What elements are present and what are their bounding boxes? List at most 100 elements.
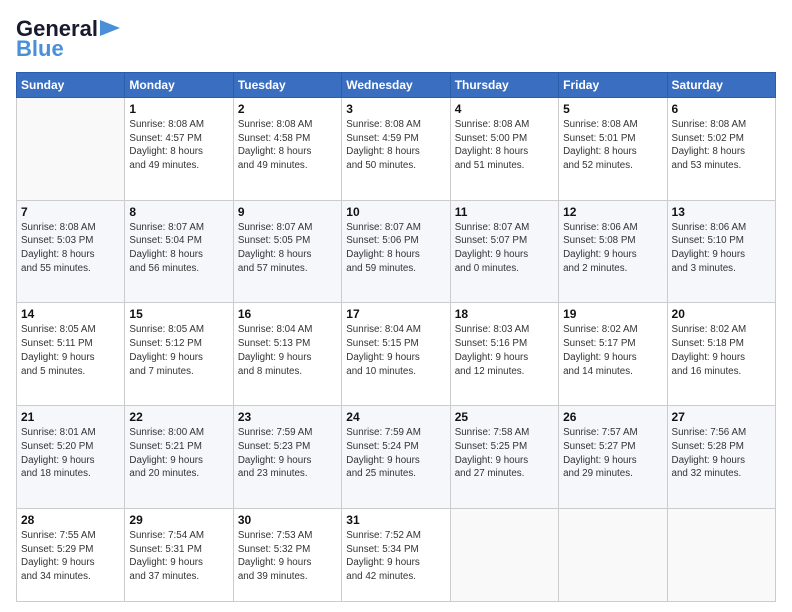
day-info: Sunrise: 8:07 AM Sunset: 5:05 PM Dayligh… — [238, 222, 313, 274]
calendar-cell: 3 Sunrise: 8:08 AM Sunset: 4:59 PM Daylig… — [342, 98, 450, 201]
calendar-cell: 25 Sunrise: 7:58 AM Sunset: 5:25 PM Dayli… — [450, 406, 558, 509]
day-info: Sunrise: 8:01 AM Sunset: 5:20 PM Dayligh… — [21, 427, 96, 479]
calendar-cell: 21Sunrise: 8:01 AM Sunset: 5:20 PM Dayli… — [17, 406, 125, 509]
day-number: 14 — [21, 307, 120, 321]
day-info: Sunrise: 8:02 AM Sunset: 5:18 PM Dayligh… — [672, 324, 747, 376]
weekday-header-thursday: Thursday — [450, 73, 558, 98]
day-number: 27 — [672, 410, 771, 424]
day-info: Sunrise: 8:00 AM Sunset: 5:21 PM Dayligh… — [129, 427, 204, 479]
day-info: Sunrise: 8:08 AM Sunset: 5:03 PM Dayligh… — [21, 222, 96, 274]
calendar-cell: 29 Sunrise: 7:54 AM Sunset: 5:31 PM Dayli… — [125, 508, 233, 601]
day-number: 15 — [129, 307, 228, 321]
calendar-cell: 13 Sunrise: 8:06 AM Sunset: 5:10 PM Dayli… — [667, 200, 775, 303]
calendar-cell: 27 Sunrise: 7:56 AM Sunset: 5:28 PM Dayli… — [667, 406, 775, 509]
calendar-cell: 14Sunrise: 8:05 AM Sunset: 5:11 PM Dayli… — [17, 303, 125, 406]
day-number: 18 — [455, 307, 554, 321]
calendar-cell: 5Sunrise: 8:08 AM Sunset: 5:01 PM Daylig… — [559, 98, 667, 201]
day-info: Sunrise: 7:52 AM Sunset: 5:34 PM Dayligh… — [346, 530, 421, 582]
day-number: 16 — [238, 307, 337, 321]
calendar-cell: 4 Sunrise: 8:08 AM Sunset: 5:00 PM Daylig… — [450, 98, 558, 201]
calendar-cell — [559, 508, 667, 601]
day-number: 1 — [129, 102, 228, 116]
calendar-week-row: 21Sunrise: 8:01 AM Sunset: 5:20 PM Dayli… — [17, 406, 776, 509]
calendar-cell: 15 Sunrise: 8:05 AM Sunset: 5:12 PM Dayli… — [125, 303, 233, 406]
calendar-cell: 7 Sunrise: 8:08 AM Sunset: 5:03 PM Daylig… — [17, 200, 125, 303]
day-info: Sunrise: 8:08 AM Sunset: 4:59 PM Dayligh… — [346, 119, 421, 171]
day-info: Sunrise: 8:06 AM Sunset: 5:10 PM Dayligh… — [672, 222, 747, 274]
day-number: 20 — [672, 307, 771, 321]
day-number: 25 — [455, 410, 554, 424]
day-info: Sunrise: 8:08 AM Sunset: 5:00 PM Dayligh… — [455, 119, 530, 171]
day-info: Sunrise: 7:59 AM Sunset: 5:24 PM Dayligh… — [346, 427, 421, 479]
calendar-cell: 31 Sunrise: 7:52 AM Sunset: 5:34 PM Dayli… — [342, 508, 450, 601]
weekday-header-friday: Friday — [559, 73, 667, 98]
calendar-week-row: 7 Sunrise: 8:08 AM Sunset: 5:03 PM Daylig… — [17, 200, 776, 303]
calendar-cell: 16 Sunrise: 8:04 AM Sunset: 5:13 PM Dayli… — [233, 303, 341, 406]
calendar-cell: 11 Sunrise: 8:07 AM Sunset: 5:07 PM Dayli… — [450, 200, 558, 303]
calendar-cell: 28 Sunrise: 7:55 AM Sunset: 5:29 PM Dayli… — [17, 508, 125, 601]
day-info: Sunrise: 7:55 AM Sunset: 5:29 PM Dayligh… — [21, 530, 96, 582]
weekday-header-sunday: Sunday — [17, 73, 125, 98]
calendar-cell: 22 Sunrise: 8:00 AM Sunset: 5:21 PM Dayli… — [125, 406, 233, 509]
calendar-cell: 17 Sunrise: 8:04 AM Sunset: 5:15 PM Dayli… — [342, 303, 450, 406]
day-number: 7 — [21, 205, 120, 219]
day-number: 8 — [129, 205, 228, 219]
day-number: 4 — [455, 102, 554, 116]
day-number: 10 — [346, 205, 445, 219]
calendar-cell: 19Sunrise: 8:02 AM Sunset: 5:17 PM Dayli… — [559, 303, 667, 406]
weekday-header-saturday: Saturday — [667, 73, 775, 98]
day-number: 30 — [238, 513, 337, 527]
calendar-week-row: 14Sunrise: 8:05 AM Sunset: 5:11 PM Dayli… — [17, 303, 776, 406]
day-number: 6 — [672, 102, 771, 116]
calendar-cell: 9 Sunrise: 8:07 AM Sunset: 5:05 PM Daylig… — [233, 200, 341, 303]
day-number: 11 — [455, 205, 554, 219]
calendar-cell: 2 Sunrise: 8:08 AM Sunset: 4:58 PM Daylig… — [233, 98, 341, 201]
calendar-cell: 23Sunrise: 7:59 AM Sunset: 5:23 PM Dayli… — [233, 406, 341, 509]
day-info: Sunrise: 8:07 AM Sunset: 5:06 PM Dayligh… — [346, 222, 421, 274]
day-info: Sunrise: 8:05 AM Sunset: 5:12 PM Dayligh… — [129, 324, 204, 376]
calendar-cell: 12Sunrise: 8:06 AM Sunset: 5:08 PM Dayli… — [559, 200, 667, 303]
day-number: 28 — [21, 513, 120, 527]
day-info: Sunrise: 8:03 AM Sunset: 5:16 PM Dayligh… — [455, 324, 530, 376]
weekday-header-monday: Monday — [125, 73, 233, 98]
day-info: Sunrise: 8:07 AM Sunset: 5:07 PM Dayligh… — [455, 222, 530, 274]
logo-blue: Blue — [16, 36, 64, 62]
calendar-table: SundayMondayTuesdayWednesdayThursdayFrid… — [16, 72, 776, 602]
calendar-cell: 24 Sunrise: 7:59 AM Sunset: 5:24 PM Dayli… — [342, 406, 450, 509]
page: General Blue SundayMondayTuesdayWednesda… — [0, 0, 792, 612]
calendar-cell: 8Sunrise: 8:07 AM Sunset: 5:04 PM Daylig… — [125, 200, 233, 303]
calendar-cell: 26 Sunrise: 7:57 AM Sunset: 5:27 PM Dayli… — [559, 406, 667, 509]
day-number: 13 — [672, 205, 771, 219]
day-number: 26 — [563, 410, 662, 424]
calendar-cell — [450, 508, 558, 601]
day-number: 2 — [238, 102, 337, 116]
day-info: Sunrise: 7:56 AM Sunset: 5:28 PM Dayligh… — [672, 427, 747, 479]
day-number: 31 — [346, 513, 445, 527]
day-number: 9 — [238, 205, 337, 219]
day-info: Sunrise: 7:58 AM Sunset: 5:25 PM Dayligh… — [455, 427, 530, 479]
day-info: Sunrise: 7:54 AM Sunset: 5:31 PM Dayligh… — [129, 530, 204, 582]
day-number: 17 — [346, 307, 445, 321]
calendar-cell: 6Sunrise: 8:08 AM Sunset: 5:02 PM Daylig… — [667, 98, 775, 201]
day-info: Sunrise: 8:08 AM Sunset: 4:58 PM Dayligh… — [238, 119, 313, 171]
logo: General Blue — [16, 16, 122, 62]
day-number: 29 — [129, 513, 228, 527]
day-number: 22 — [129, 410, 228, 424]
calendar-cell: 30 Sunrise: 7:53 AM Sunset: 5:32 PM Dayli… — [233, 508, 341, 601]
day-number: 3 — [346, 102, 445, 116]
day-info: Sunrise: 7:59 AM Sunset: 5:23 PM Dayligh… — [238, 427, 313, 479]
calendar-week-row: 28 Sunrise: 7:55 AM Sunset: 5:29 PM Dayli… — [17, 508, 776, 601]
calendar-cell — [667, 508, 775, 601]
calendar-cell: 1Sunrise: 8:08 AM Sunset: 4:57 PM Daylig… — [125, 98, 233, 201]
calendar-cell — [17, 98, 125, 201]
day-info: Sunrise: 7:57 AM Sunset: 5:27 PM Dayligh… — [563, 427, 638, 479]
day-number: 24 — [346, 410, 445, 424]
day-info: Sunrise: 8:08 AM Sunset: 5:01 PM Dayligh… — [563, 119, 638, 171]
header: General Blue — [16, 16, 776, 62]
weekday-header-row: SundayMondayTuesdayWednesdayThursdayFrid… — [17, 73, 776, 98]
day-info: Sunrise: 8:04 AM Sunset: 5:15 PM Dayligh… — [346, 324, 421, 376]
calendar-cell: 18 Sunrise: 8:03 AM Sunset: 5:16 PM Dayli… — [450, 303, 558, 406]
day-info: Sunrise: 8:04 AM Sunset: 5:13 PM Dayligh… — [238, 324, 313, 376]
weekday-header-tuesday: Tuesday — [233, 73, 341, 98]
day-info: Sunrise: 7:53 AM Sunset: 5:32 PM Dayligh… — [238, 530, 313, 582]
